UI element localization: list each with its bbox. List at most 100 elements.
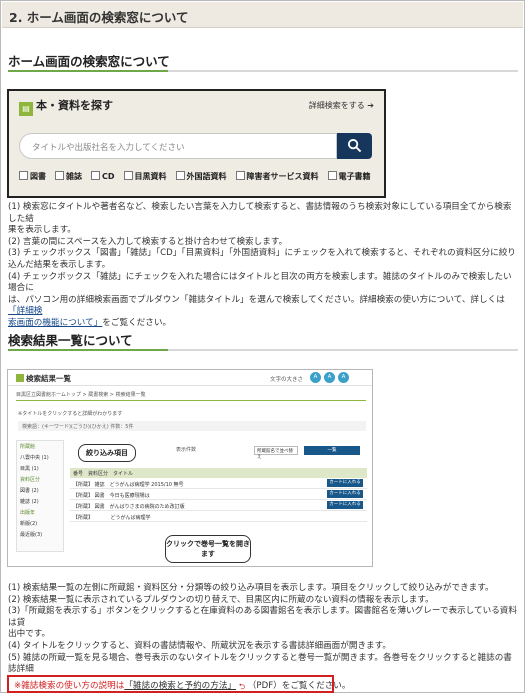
detail-search-link[interactable]: 詳細検索をする ➔ bbox=[309, 100, 374, 111]
row-text: 【所蔵】 どうがんば病理学 bbox=[73, 515, 151, 521]
note-line: (4) チェックボックス「雑誌」にチェックを入れた場合にはタイトルと目次の両方を… bbox=[8, 271, 512, 294]
search-input[interactable]: タイトルや出版社名を入力してください bbox=[19, 133, 337, 159]
book-icon: ▤ bbox=[19, 102, 33, 116]
checkbox-label: 目黒資料 bbox=[134, 172, 167, 181]
row-text: 【所蔵】 雑誌 どうがんば病理学 2015/10 無号 bbox=[73, 482, 184, 488]
checkbox-icon bbox=[175, 171, 185, 180]
note-line: 込んだ結果を表示します。 bbox=[8, 259, 111, 270]
filter-item[interactable]: 所蔵館 bbox=[17, 441, 63, 452]
note-line: (1) 検索窓にタイトルや著者名など、検索したい言葉を入力して検索すると、書誌情… bbox=[8, 202, 512, 224]
checkbox-icon bbox=[91, 171, 100, 180]
filter-item[interactable]: 新版(2) bbox=[17, 518, 63, 529]
magazine-guide-notice: ※雑誌検索の使い方の説明は「雑誌の検索と予約の方法」 ⮌ （PDF）をご覧ください… bbox=[7, 675, 350, 693]
note-line: (3)「所蔵館を表示する」ボタンをクリックすると在庫資料のある図書館名を表示しま… bbox=[8, 606, 517, 628]
material-checkboxes: 図書 雑誌 CD 目黒資料 外国語資料 障害者サービス資料 電子書籍 bbox=[19, 171, 371, 182]
note-line: は、パソコン用の詳細検索画面でプルダウン「雑誌タイトル」を選んで検索してください… bbox=[8, 295, 518, 318]
checkbox-foreign[interactable]: 外国語資料 bbox=[175, 171, 227, 182]
result-table: 番号 資料区分 タイトル 【所蔵】 雑誌 どうがんば病理学 2015/10 無号… bbox=[70, 468, 367, 522]
checkbox-icon bbox=[327, 171, 337, 180]
note-text: は、パソコン用の詳細検索画面でプルダウン「雑誌タイトル」を選んで検索してください… bbox=[8, 294, 505, 305]
checkbox-meguro[interactable]: 目黒資料 bbox=[123, 171, 167, 182]
checkbox-icon bbox=[55, 171, 64, 180]
note-line: 果を表示します。 bbox=[8, 225, 76, 236]
result-note: ※タイトルをクリックすると詳細がわかります bbox=[18, 411, 123, 417]
page-frame: 2. ホーム画面の検索窓について ホーム画面の検索窓について ▤ 本・資料を探す … bbox=[0, 0, 525, 693]
search-condition: 検索語：(キーワード)(ごうひ)(ひかえ) 件数：5件 bbox=[18, 421, 366, 431]
sort-select[interactable]: 所蔵館名で並べ替え bbox=[254, 446, 298, 460]
search-panel-image: ▤ 本・資料を探す 詳細検索をする ➔ タイトルや出版社名を入力してください 図書… bbox=[7, 89, 386, 198]
heading-underline bbox=[8, 349, 518, 351]
note-line: 索画面の機能について」をご覧ください。 bbox=[8, 318, 518, 330]
search-panel-title: ▤ 本・資料を探す bbox=[19, 97, 113, 116]
checkbox-books[interactable]: 図書 bbox=[19, 171, 46, 182]
font-size-label: 文字の大きさ bbox=[270, 377, 304, 383]
pdf-icon: ⮌ bbox=[238, 682, 246, 691]
filter-item[interactable]: 資料区分 bbox=[17, 474, 63, 485]
checkbox-label: CD bbox=[102, 172, 115, 181]
table-row[interactable]: 【所蔵】 雑誌 どうがんば病理学 2015/10 無号 カートに入れる bbox=[70, 478, 367, 489]
table-row[interactable]: 【所蔵】 図書 今日も医療現場は カートに入れる bbox=[70, 489, 367, 500]
search-icon bbox=[347, 138, 362, 153]
checkbox-label: 雑誌 bbox=[66, 172, 82, 181]
advanced-search-help-link[interactable]: 「詳細検 bbox=[8, 306, 42, 316]
font-size-medium-button[interactable]: A bbox=[324, 372, 335, 383]
filter-item[interactable]: 出版年 bbox=[17, 507, 63, 518]
font-size-small-button[interactable]: A bbox=[338, 372, 349, 383]
note-line: (1) 検索結果一覧の左側に所蔵館・資料区分・分類等の絞り込み項目を表示します。… bbox=[8, 583, 494, 593]
display-count-label: 表示件数 bbox=[176, 447, 197, 453]
filter-item[interactable]: 目黒 (1) bbox=[17, 463, 63, 474]
result-topbar: 検索結果一覧 文字の大きさ A A A bbox=[8, 370, 372, 386]
filter-item[interactable]: 最近版(3) bbox=[17, 529, 63, 540]
search-panel-title-text: 本・資料を探す bbox=[36, 99, 113, 112]
breadcrumb: 目黒区立図書館ホームトップ > 蔵書検索 > 検索結果一覧 bbox=[16, 392, 146, 398]
notice-prefix: ※雑誌検索の使い方の説明は bbox=[14, 681, 125, 691]
section-title: 2. ホーム画面の検索窓について bbox=[2, 2, 523, 28]
checkbox-magazines[interactable]: 雑誌 bbox=[55, 171, 82, 182]
checkbox-label: 外国語資料 bbox=[186, 172, 227, 181]
row-text: 【所蔵】 図書 今日も医療現場は bbox=[73, 493, 150, 499]
font-size-large-button[interactable]: A bbox=[310, 372, 321, 383]
checkbox-disability[interactable]: 障害者サービス資料 bbox=[235, 171, 319, 182]
add-to-cart-button[interactable]: カートに入れる bbox=[327, 501, 363, 509]
click-callout: クリックで巻号一覧を開きます bbox=[165, 535, 251, 563]
note-line: 出中です。 bbox=[8, 629, 51, 640]
table-row[interactable]: 【所蔵】 どうがんば病理学 bbox=[70, 511, 367, 522]
magazine-guide-link[interactable]: 「雑誌の検索と予約の方法」 bbox=[124, 681, 236, 691]
result-title: 検索結果一覧 bbox=[16, 373, 71, 384]
add-to-cart-button[interactable]: カートに入れる bbox=[327, 479, 363, 487]
result-title-text: 検索結果一覧 bbox=[26, 374, 71, 383]
filter-item[interactable]: 図書 (2) bbox=[17, 485, 63, 496]
book-icon bbox=[16, 374, 24, 382]
notice-suffix: （PDF）をご覧ください。 bbox=[247, 681, 351, 691]
search-section-heading: ホーム画面の検索窓について bbox=[8, 54, 170, 69]
filter-callout: 絞り込み項目 bbox=[78, 444, 136, 462]
table-header: 番号 資料区分 タイトル bbox=[70, 468, 367, 478]
note-line: (5) 雑誌の所蔵一覧を見る場合、巻号表示のないタイトルをクリックすると巻号一覧… bbox=[8, 652, 512, 675]
checkbox-label: 障害者サービス資料 bbox=[246, 172, 319, 181]
search-button[interactable] bbox=[337, 133, 372, 159]
filter-sidebar: 所蔵館 八雲中央 (1) 目黒 (1) 資料区分 図書 (2) 雑誌 (2) 出… bbox=[16, 440, 64, 552]
table-row[interactable]: 【所蔵】 図書 がんばりさまの病院のため改訂版 カートに入れる bbox=[70, 500, 367, 511]
note-text: をご覧ください。 bbox=[102, 317, 172, 328]
note-line: (2) 言葉の間にスペースを入力して検索すると掛け合わせて検索します。 bbox=[8, 236, 288, 247]
row-text: 【所蔵】 図書 がんばりさまの病院のため改訂版 bbox=[73, 504, 185, 510]
divider bbox=[16, 400, 366, 401]
note-line: (3) チェックボックス「図書」「雑誌」「CD」「目黒資料」「外国語資料」にチェ… bbox=[8, 248, 516, 259]
heading-underline bbox=[8, 70, 518, 72]
checkbox-icon bbox=[19, 171, 28, 180]
result-list-image: 検索結果一覧 文字の大きさ A A A 目黒区立図書館ホームトップ > 蔵書検索… bbox=[7, 369, 373, 567]
result-section-heading: 検索結果一覧について bbox=[8, 333, 133, 348]
show-library-button[interactable]: 一覧 bbox=[304, 446, 360, 455]
checkbox-ebooks[interactable]: 電子書籍 bbox=[327, 171, 371, 182]
checkbox-label: 図書 bbox=[30, 172, 46, 181]
filter-item[interactable]: 雑誌 (2) bbox=[17, 496, 63, 507]
checkbox-icon bbox=[235, 171, 245, 180]
checkbox-cd[interactable]: CD bbox=[91, 171, 115, 182]
filter-item[interactable]: 八雲中央 (1) bbox=[17, 452, 63, 463]
note-line: (4) タイトルをクリックすると、資料の書誌情報や、所蔵状況を表示する書誌詳細画… bbox=[8, 640, 391, 651]
result-notes: (1) 検索結果一覧の左側に所蔵館・資料区分・分類等の絞り込み項目を表示します。… bbox=[8, 583, 518, 687]
advanced-search-help-link-cont[interactable]: 索画面の機能について」 bbox=[8, 318, 102, 328]
checkbox-icon bbox=[123, 171, 133, 180]
add-to-cart-button[interactable]: カートに入れる bbox=[327, 490, 363, 498]
search-notes: (1) 検索窓にタイトルや著者名など、検索したい言葉を入力して検索すると、書誌情… bbox=[8, 202, 518, 330]
